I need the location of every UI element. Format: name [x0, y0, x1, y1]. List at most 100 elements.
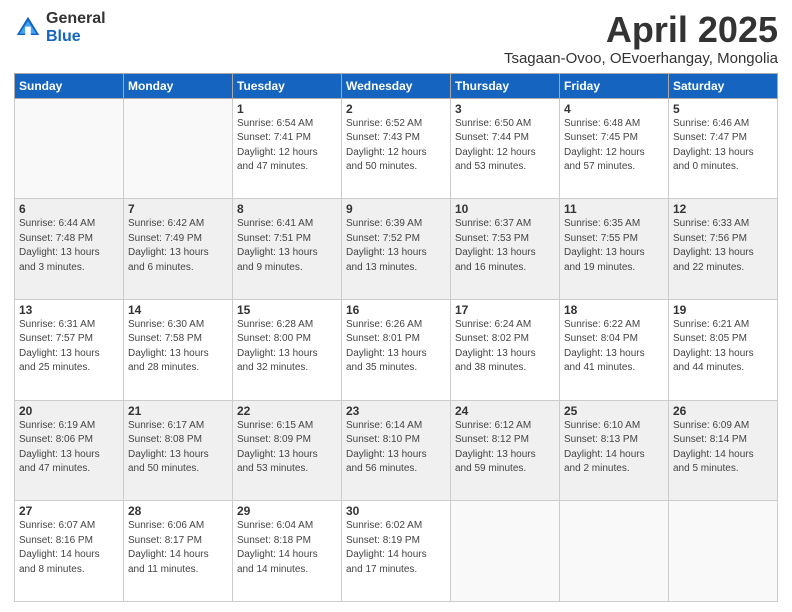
- day-info: Sunrise: 6:15 AM Sunset: 8:09 PM Dayligh…: [237, 419, 337, 477]
- calendar-cell: 19Sunrise: 6:21 AM Sunset: 8:05 PM Dayli…: [669, 299, 778, 400]
- weekday-wednesday: Wednesday: [342, 73, 451, 98]
- calendar-cell: 2Sunrise: 6:52 AM Sunset: 7:43 PM Daylig…: [342, 98, 451, 199]
- day-number: 1: [237, 102, 337, 116]
- calendar-cell: 26Sunrise: 6:09 AM Sunset: 8:14 PM Dayli…: [669, 400, 778, 501]
- day-number: 26: [673, 404, 773, 418]
- calendar-cell: 4Sunrise: 6:48 AM Sunset: 7:45 PM Daylig…: [560, 98, 669, 199]
- day-number: 18: [564, 303, 664, 317]
- calendar-cell: [124, 98, 233, 199]
- day-info: Sunrise: 6:52 AM Sunset: 7:43 PM Dayligh…: [346, 117, 446, 175]
- calendar-cell: 25Sunrise: 6:10 AM Sunset: 8:13 PM Dayli…: [560, 400, 669, 501]
- day-number: 16: [346, 303, 446, 317]
- day-number: 28: [128, 504, 228, 518]
- title-block: April 2025 Tsagaan-Ovoo, OEvoerhangay, M…: [504, 10, 778, 67]
- day-number: 14: [128, 303, 228, 317]
- day-info: Sunrise: 6:07 AM Sunset: 8:16 PM Dayligh…: [19, 519, 119, 577]
- day-number: 2: [346, 102, 446, 116]
- main-title: April 2025: [504, 10, 778, 50]
- logo-general-text: General: [46, 10, 106, 28]
- day-number: 9: [346, 202, 446, 216]
- day-info: Sunrise: 6:37 AM Sunset: 7:53 PM Dayligh…: [455, 217, 555, 275]
- day-info: Sunrise: 6:33 AM Sunset: 7:56 PM Dayligh…: [673, 217, 773, 275]
- logo: General Blue: [14, 10, 106, 45]
- day-info: Sunrise: 6:44 AM Sunset: 7:48 PM Dayligh…: [19, 217, 119, 275]
- calendar-cell: 29Sunrise: 6:04 AM Sunset: 8:18 PM Dayli…: [233, 501, 342, 602]
- day-info: Sunrise: 6:02 AM Sunset: 8:19 PM Dayligh…: [346, 519, 446, 577]
- calendar-cell: 6Sunrise: 6:44 AM Sunset: 7:48 PM Daylig…: [15, 199, 124, 300]
- calendar-cell: 1Sunrise: 6:54 AM Sunset: 7:41 PM Daylig…: [233, 98, 342, 199]
- calendar-cell: 17Sunrise: 6:24 AM Sunset: 8:02 PM Dayli…: [451, 299, 560, 400]
- day-info: Sunrise: 6:09 AM Sunset: 8:14 PM Dayligh…: [673, 419, 773, 477]
- calendar-cell: 10Sunrise: 6:37 AM Sunset: 7:53 PM Dayli…: [451, 199, 560, 300]
- day-number: 12: [673, 202, 773, 216]
- day-number: 23: [346, 404, 446, 418]
- day-number: 3: [455, 102, 555, 116]
- logo-icon: [14, 14, 42, 42]
- day-number: 17: [455, 303, 555, 317]
- day-info: Sunrise: 6:04 AM Sunset: 8:18 PM Dayligh…: [237, 519, 337, 577]
- calendar-cell: 23Sunrise: 6:14 AM Sunset: 8:10 PM Dayli…: [342, 400, 451, 501]
- day-info: Sunrise: 6:42 AM Sunset: 7:49 PM Dayligh…: [128, 217, 228, 275]
- day-number: 25: [564, 404, 664, 418]
- day-info: Sunrise: 6:39 AM Sunset: 7:52 PM Dayligh…: [346, 217, 446, 275]
- day-number: 30: [346, 504, 446, 518]
- day-info: Sunrise: 6:24 AM Sunset: 8:02 PM Dayligh…: [455, 318, 555, 376]
- day-number: 10: [455, 202, 555, 216]
- page-header: General Blue April 2025 Tsagaan-Ovoo, OE…: [14, 10, 778, 67]
- day-info: Sunrise: 6:22 AM Sunset: 8:04 PM Dayligh…: [564, 318, 664, 376]
- sub-title: Tsagaan-Ovoo, OEvoerhangay, Mongolia: [504, 50, 778, 67]
- day-info: Sunrise: 6:31 AM Sunset: 7:57 PM Dayligh…: [19, 318, 119, 376]
- day-info: Sunrise: 6:41 AM Sunset: 7:51 PM Dayligh…: [237, 217, 337, 275]
- logo-blue-text: Blue: [46, 28, 106, 46]
- day-info: Sunrise: 6:30 AM Sunset: 7:58 PM Dayligh…: [128, 318, 228, 376]
- day-info: Sunrise: 6:12 AM Sunset: 8:12 PM Dayligh…: [455, 419, 555, 477]
- day-number: 7: [128, 202, 228, 216]
- day-info: Sunrise: 6:14 AM Sunset: 8:10 PM Dayligh…: [346, 419, 446, 477]
- day-info: Sunrise: 6:28 AM Sunset: 8:00 PM Dayligh…: [237, 318, 337, 376]
- day-number: 20: [19, 404, 119, 418]
- calendar-week-4: 20Sunrise: 6:19 AM Sunset: 8:06 PM Dayli…: [15, 400, 778, 501]
- calendar-table: SundayMondayTuesdayWednesdayThursdayFrid…: [14, 73, 778, 602]
- day-info: Sunrise: 6:35 AM Sunset: 7:55 PM Dayligh…: [564, 217, 664, 275]
- day-number: 4: [564, 102, 664, 116]
- calendar-cell: 12Sunrise: 6:33 AM Sunset: 7:56 PM Dayli…: [669, 199, 778, 300]
- day-number: 8: [237, 202, 337, 216]
- day-number: 27: [19, 504, 119, 518]
- calendar-cell: 16Sunrise: 6:26 AM Sunset: 8:01 PM Dayli…: [342, 299, 451, 400]
- calendar-cell: 7Sunrise: 6:42 AM Sunset: 7:49 PM Daylig…: [124, 199, 233, 300]
- day-number: 6: [19, 202, 119, 216]
- calendar-cell: 9Sunrise: 6:39 AM Sunset: 7:52 PM Daylig…: [342, 199, 451, 300]
- calendar-cell: 5Sunrise: 6:46 AM Sunset: 7:47 PM Daylig…: [669, 98, 778, 199]
- weekday-saturday: Saturday: [669, 73, 778, 98]
- day-number: 15: [237, 303, 337, 317]
- calendar-week-1: 1Sunrise: 6:54 AM Sunset: 7:41 PM Daylig…: [15, 98, 778, 199]
- day-number: 5: [673, 102, 773, 116]
- day-number: 22: [237, 404, 337, 418]
- weekday-thursday: Thursday: [451, 73, 560, 98]
- calendar-cell: 21Sunrise: 6:17 AM Sunset: 8:08 PM Dayli…: [124, 400, 233, 501]
- day-info: Sunrise: 6:19 AM Sunset: 8:06 PM Dayligh…: [19, 419, 119, 477]
- calendar-cell: [15, 98, 124, 199]
- day-info: Sunrise: 6:17 AM Sunset: 8:08 PM Dayligh…: [128, 419, 228, 477]
- calendar-week-3: 13Sunrise: 6:31 AM Sunset: 7:57 PM Dayli…: [15, 299, 778, 400]
- calendar-cell: 20Sunrise: 6:19 AM Sunset: 8:06 PM Dayli…: [15, 400, 124, 501]
- day-number: 21: [128, 404, 228, 418]
- calendar-week-5: 27Sunrise: 6:07 AM Sunset: 8:16 PM Dayli…: [15, 501, 778, 602]
- calendar-cell: 24Sunrise: 6:12 AM Sunset: 8:12 PM Dayli…: [451, 400, 560, 501]
- calendar-cell: [669, 501, 778, 602]
- day-info: Sunrise: 6:26 AM Sunset: 8:01 PM Dayligh…: [346, 318, 446, 376]
- weekday-header-row: SundayMondayTuesdayWednesdayThursdayFrid…: [15, 73, 778, 98]
- weekday-sunday: Sunday: [15, 73, 124, 98]
- calendar-cell: 27Sunrise: 6:07 AM Sunset: 8:16 PM Dayli…: [15, 501, 124, 602]
- day-info: Sunrise: 6:54 AM Sunset: 7:41 PM Dayligh…: [237, 117, 337, 175]
- calendar-cell: 3Sunrise: 6:50 AM Sunset: 7:44 PM Daylig…: [451, 98, 560, 199]
- day-info: Sunrise: 6:50 AM Sunset: 7:44 PM Dayligh…: [455, 117, 555, 175]
- calendar-cell: [560, 501, 669, 602]
- day-info: Sunrise: 6:10 AM Sunset: 8:13 PM Dayligh…: [564, 419, 664, 477]
- calendar-cell: 18Sunrise: 6:22 AM Sunset: 8:04 PM Dayli…: [560, 299, 669, 400]
- day-info: Sunrise: 6:21 AM Sunset: 8:05 PM Dayligh…: [673, 318, 773, 376]
- day-info: Sunrise: 6:46 AM Sunset: 7:47 PM Dayligh…: [673, 117, 773, 175]
- calendar-cell: 30Sunrise: 6:02 AM Sunset: 8:19 PM Dayli…: [342, 501, 451, 602]
- calendar-cell: 14Sunrise: 6:30 AM Sunset: 7:58 PM Dayli…: [124, 299, 233, 400]
- weekday-tuesday: Tuesday: [233, 73, 342, 98]
